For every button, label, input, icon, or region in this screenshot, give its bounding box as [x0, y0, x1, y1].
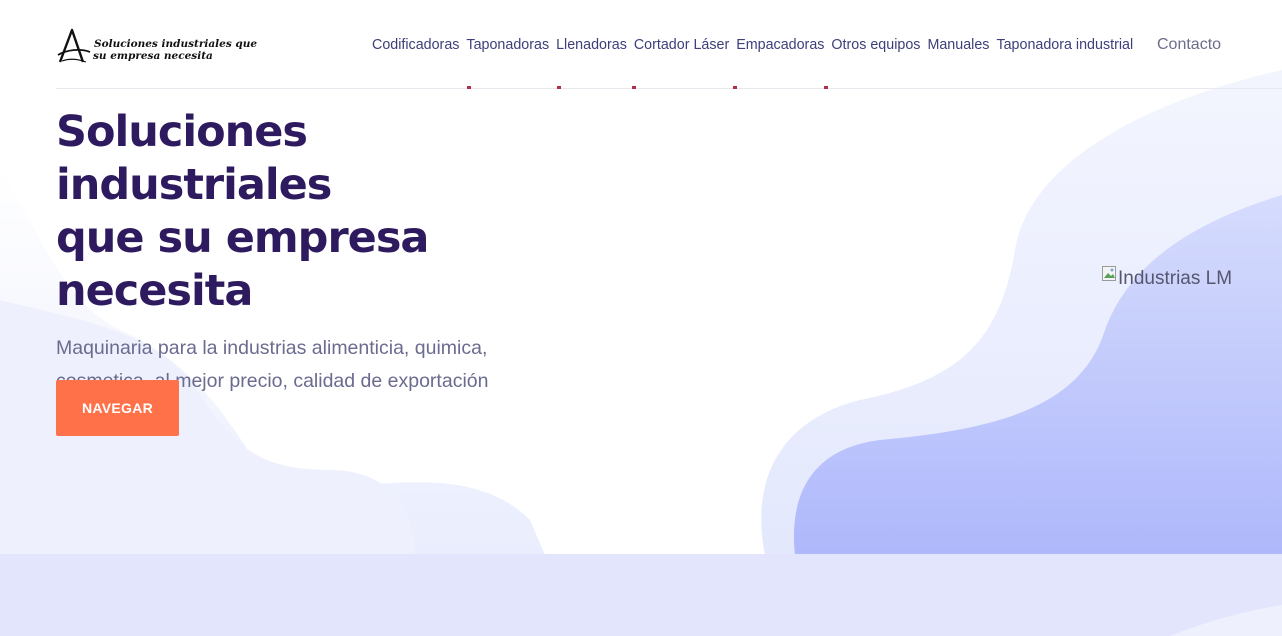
hero-title: Soluciones industriales que su empresa n…: [56, 106, 576, 318]
header-divider: [56, 88, 1282, 89]
logo-line-2: su empresa necesita: [93, 50, 213, 62]
nav-marker: [467, 86, 471, 89]
logo-line-1: Soluciones industriales que: [94, 38, 258, 50]
main-nav: Codificadoras Taponadoras Llenadoras Cor…: [372, 36, 1133, 56]
nav-marker: [557, 86, 561, 89]
site-logo[interactable]: Soluciones industriales que su empresa n…: [56, 28, 257, 66]
nav-marker: [632, 86, 636, 89]
hero-image: Industrias LM: [1102, 265, 1232, 295]
navegar-button[interactable]: NAVEGAR: [56, 380, 179, 436]
nav-item-otros-equipos[interactable]: Otros equipos: [831, 36, 920, 56]
nav-item-cortador-laser[interactable]: Cortador Láser: [634, 36, 729, 56]
nav-item-taponadora-industrial[interactable]: Taponadora industrial: [996, 36, 1133, 56]
broken-image-icon: [1102, 266, 1118, 282]
nav-item-codificadoras[interactable]: Codificadoras: [372, 36, 459, 56]
nav-item-llenadoras[interactable]: Llenadoras: [556, 36, 627, 56]
nav-marker: [824, 86, 828, 89]
hero-section: Soluciones industriales que su empresa n…: [56, 106, 576, 398]
logo-mark-icon: [57, 28, 91, 63]
nav-item-empacadoras[interactable]: Empacadoras: [736, 36, 824, 56]
hero-title-line-3: necesita: [56, 266, 253, 316]
hero-title-line-1: Soluciones industriales: [56, 107, 332, 210]
hero-title-line-2: que su empresa: [56, 213, 429, 263]
nav-item-manuales[interactable]: Manuales: [927, 36, 989, 56]
site-header: Soluciones industriales que su empresa n…: [0, 0, 1282, 89]
logo-text: Soluciones industriales que su empresa n…: [93, 38, 258, 62]
hero-image-alt-text: Industrias LM: [1118, 268, 1233, 289]
contact-link[interactable]: Contacto: [1157, 35, 1221, 55]
nav-marker: [733, 86, 737, 89]
nav-item-taponadoras[interactable]: Taponadoras: [466, 36, 549, 56]
